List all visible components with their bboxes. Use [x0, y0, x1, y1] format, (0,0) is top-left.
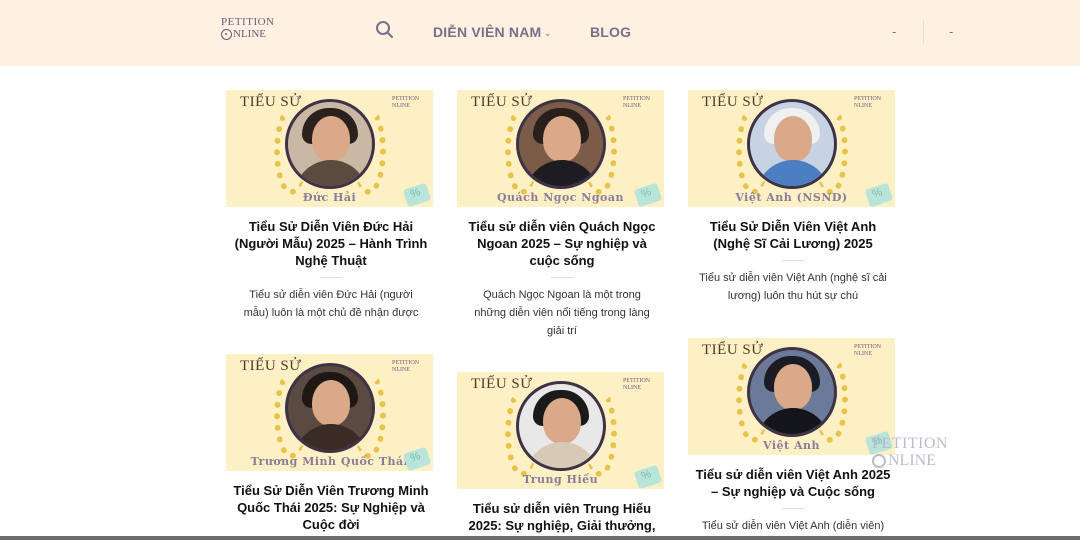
thumb-mini-logo: PETITION NLINE — [623, 378, 650, 391]
post-thumbnail[interactable]: TIỂU SỬ PETITION NLINE Việt Anh (NSND) — [688, 90, 895, 207]
thumb-actor-name: Trương Minh Quốc Thái — [250, 455, 409, 468]
logo-text-top: PETITION — [221, 16, 275, 28]
site-header: PETITION NLINE DIỄN VIÊN NAM ⌄ BLOG - - — [0, 0, 1080, 66]
thumb-mini-logo: PETITION NLINE — [392, 96, 419, 109]
thumb-mini-logo: PETITION NLINE — [623, 96, 650, 109]
thumb-actor-name: Trung Hiếu — [522, 473, 599, 486]
post-title[interactable]: Tiểu sử diễn viên Việt Anh 2025 – Sự ngh… — [688, 466, 898, 500]
post-card: TIỂU SỬ PETITIONNLINE Quách Ngọc Ngoan T… — [457, 90, 667, 340]
laurel-wreath-icon — [733, 93, 851, 201]
thumb-actor-name: Việt Anh (NSND) — [735, 191, 848, 204]
post-thumbnail[interactable]: TIỂU SỬ PETITION NLINE Đức Hải — [226, 90, 433, 207]
laurel-wreath-icon — [271, 93, 389, 201]
post-thumbnail[interactable]: TIỂU SỬ PETITION NLINE Trung Hiếu — [457, 372, 664, 489]
site-logo[interactable]: PETITION NLINE — [221, 16, 285, 50]
thumb-mini-logo: PETITION NLINE — [854, 96, 881, 109]
actor-portrait — [284, 99, 375, 189]
watermark-logo: PETITION NLINE — [872, 435, 948, 469]
post-excerpt: Tiểu sử diễn viên Việt Anh (nghệ sĩ cải … — [699, 272, 887, 302]
search-button[interactable] — [375, 20, 395, 40]
post-title[interactable]: Tiểu sử diễn viên Trung Hiếu 2025: Sự ng… — [457, 500, 667, 540]
laurel-wreath-icon — [271, 357, 389, 465]
header-link-1[interactable]: - — [892, 24, 896, 39]
film-reel-icon — [221, 28, 232, 40]
post-excerpt: Quách Ngọc Ngoan là một trong những diễn… — [474, 289, 650, 337]
search-icon — [376, 21, 393, 38]
title-divider — [320, 277, 342, 278]
film-reel-icon — [872, 454, 886, 468]
thumb-mini-logo: PETITION NLINE — [392, 360, 419, 373]
actor-portrait — [746, 347, 837, 437]
title-divider — [551, 277, 573, 278]
title-divider — [782, 508, 804, 509]
header-link-2[interactable]: - — [949, 24, 953, 39]
post-thumbnail[interactable]: TIỂU SỬ PETITION NLINE Trương Minh Quốc T… — [226, 354, 433, 471]
nav-male-actors-label: DIỄN VIÊN NAM — [433, 24, 542, 40]
logo-text-bottom-row: NLINE — [221, 28, 285, 40]
post-title[interactable]: Tiểu Sử Diễn Viên Đức Hải (Người Mẫu) 20… — [226, 218, 436, 269]
post-title[interactable]: Tiểu Sử Diễn Viên Trương Minh Quốc Thái … — [226, 482, 436, 533]
post-card: TIỂU SỬ PETITIONNLINE Trung Hiếu Tiểu sử… — [457, 372, 667, 540]
post-thumbnail[interactable]: TIỂU SỬ PETITION NLINE Quách Ngọc Ngoan — [457, 90, 664, 207]
actor-portrait — [284, 363, 375, 453]
actor-portrait — [515, 99, 606, 189]
actor-portrait — [515, 381, 606, 471]
post-card: TIỂU SỬ PETITIONNLINE Việt Anh (NSND) Ti… — [688, 90, 898, 305]
laurel-wreath-icon — [733, 341, 851, 449]
post-title[interactable]: Tiểu sử diễn viên Quách Ngọc Ngoan 2025 … — [457, 218, 667, 269]
laurel-wreath-icon — [502, 93, 620, 201]
laurel-wreath-icon — [502, 375, 620, 483]
nav-blog[interactable]: BLOG — [590, 24, 631, 40]
post-title[interactable]: Tiểu Sử Diễn Viên Việt Anh (Nghệ Sĩ Cải … — [688, 218, 898, 252]
post-excerpt: Tiểu sử diễn viên Đức Hải (người mẫu) lu… — [243, 289, 419, 319]
chevron-down-icon: ⌄ — [544, 28, 552, 38]
logo-text-bottom: NLINE — [233, 28, 266, 40]
post-card: TIỂU SỬ PETITION NLINE Trương Minh Quốc T… — [226, 354, 436, 533]
actor-portrait — [746, 99, 837, 189]
post-thumbnail[interactable]: TIỂU SỬ PETITION NLINE Việt Anh — [688, 338, 895, 455]
post-card: TIỂU SỬ PETITIONNLINE Việt Anh Tiểu sử d… — [688, 338, 898, 540]
thumb-actor-name: Việt Anh — [763, 439, 820, 452]
thumb-actor-name: Đức Hải — [302, 191, 357, 204]
post-card: TIỂU SỬ PETITIONNLINE Đức Hải Tiểu Sử Di… — [226, 90, 436, 322]
bottom-edge-bar — [0, 536, 1080, 540]
nav-male-actors[interactable]: DIỄN VIÊN NAM ⌄ — [433, 24, 551, 40]
title-divider — [782, 260, 804, 261]
header-divider — [923, 20, 924, 44]
thumb-actor-name: Quách Ngọc Ngoan — [496, 191, 625, 204]
thumb-mini-logo: PETITION NLINE — [854, 344, 881, 357]
